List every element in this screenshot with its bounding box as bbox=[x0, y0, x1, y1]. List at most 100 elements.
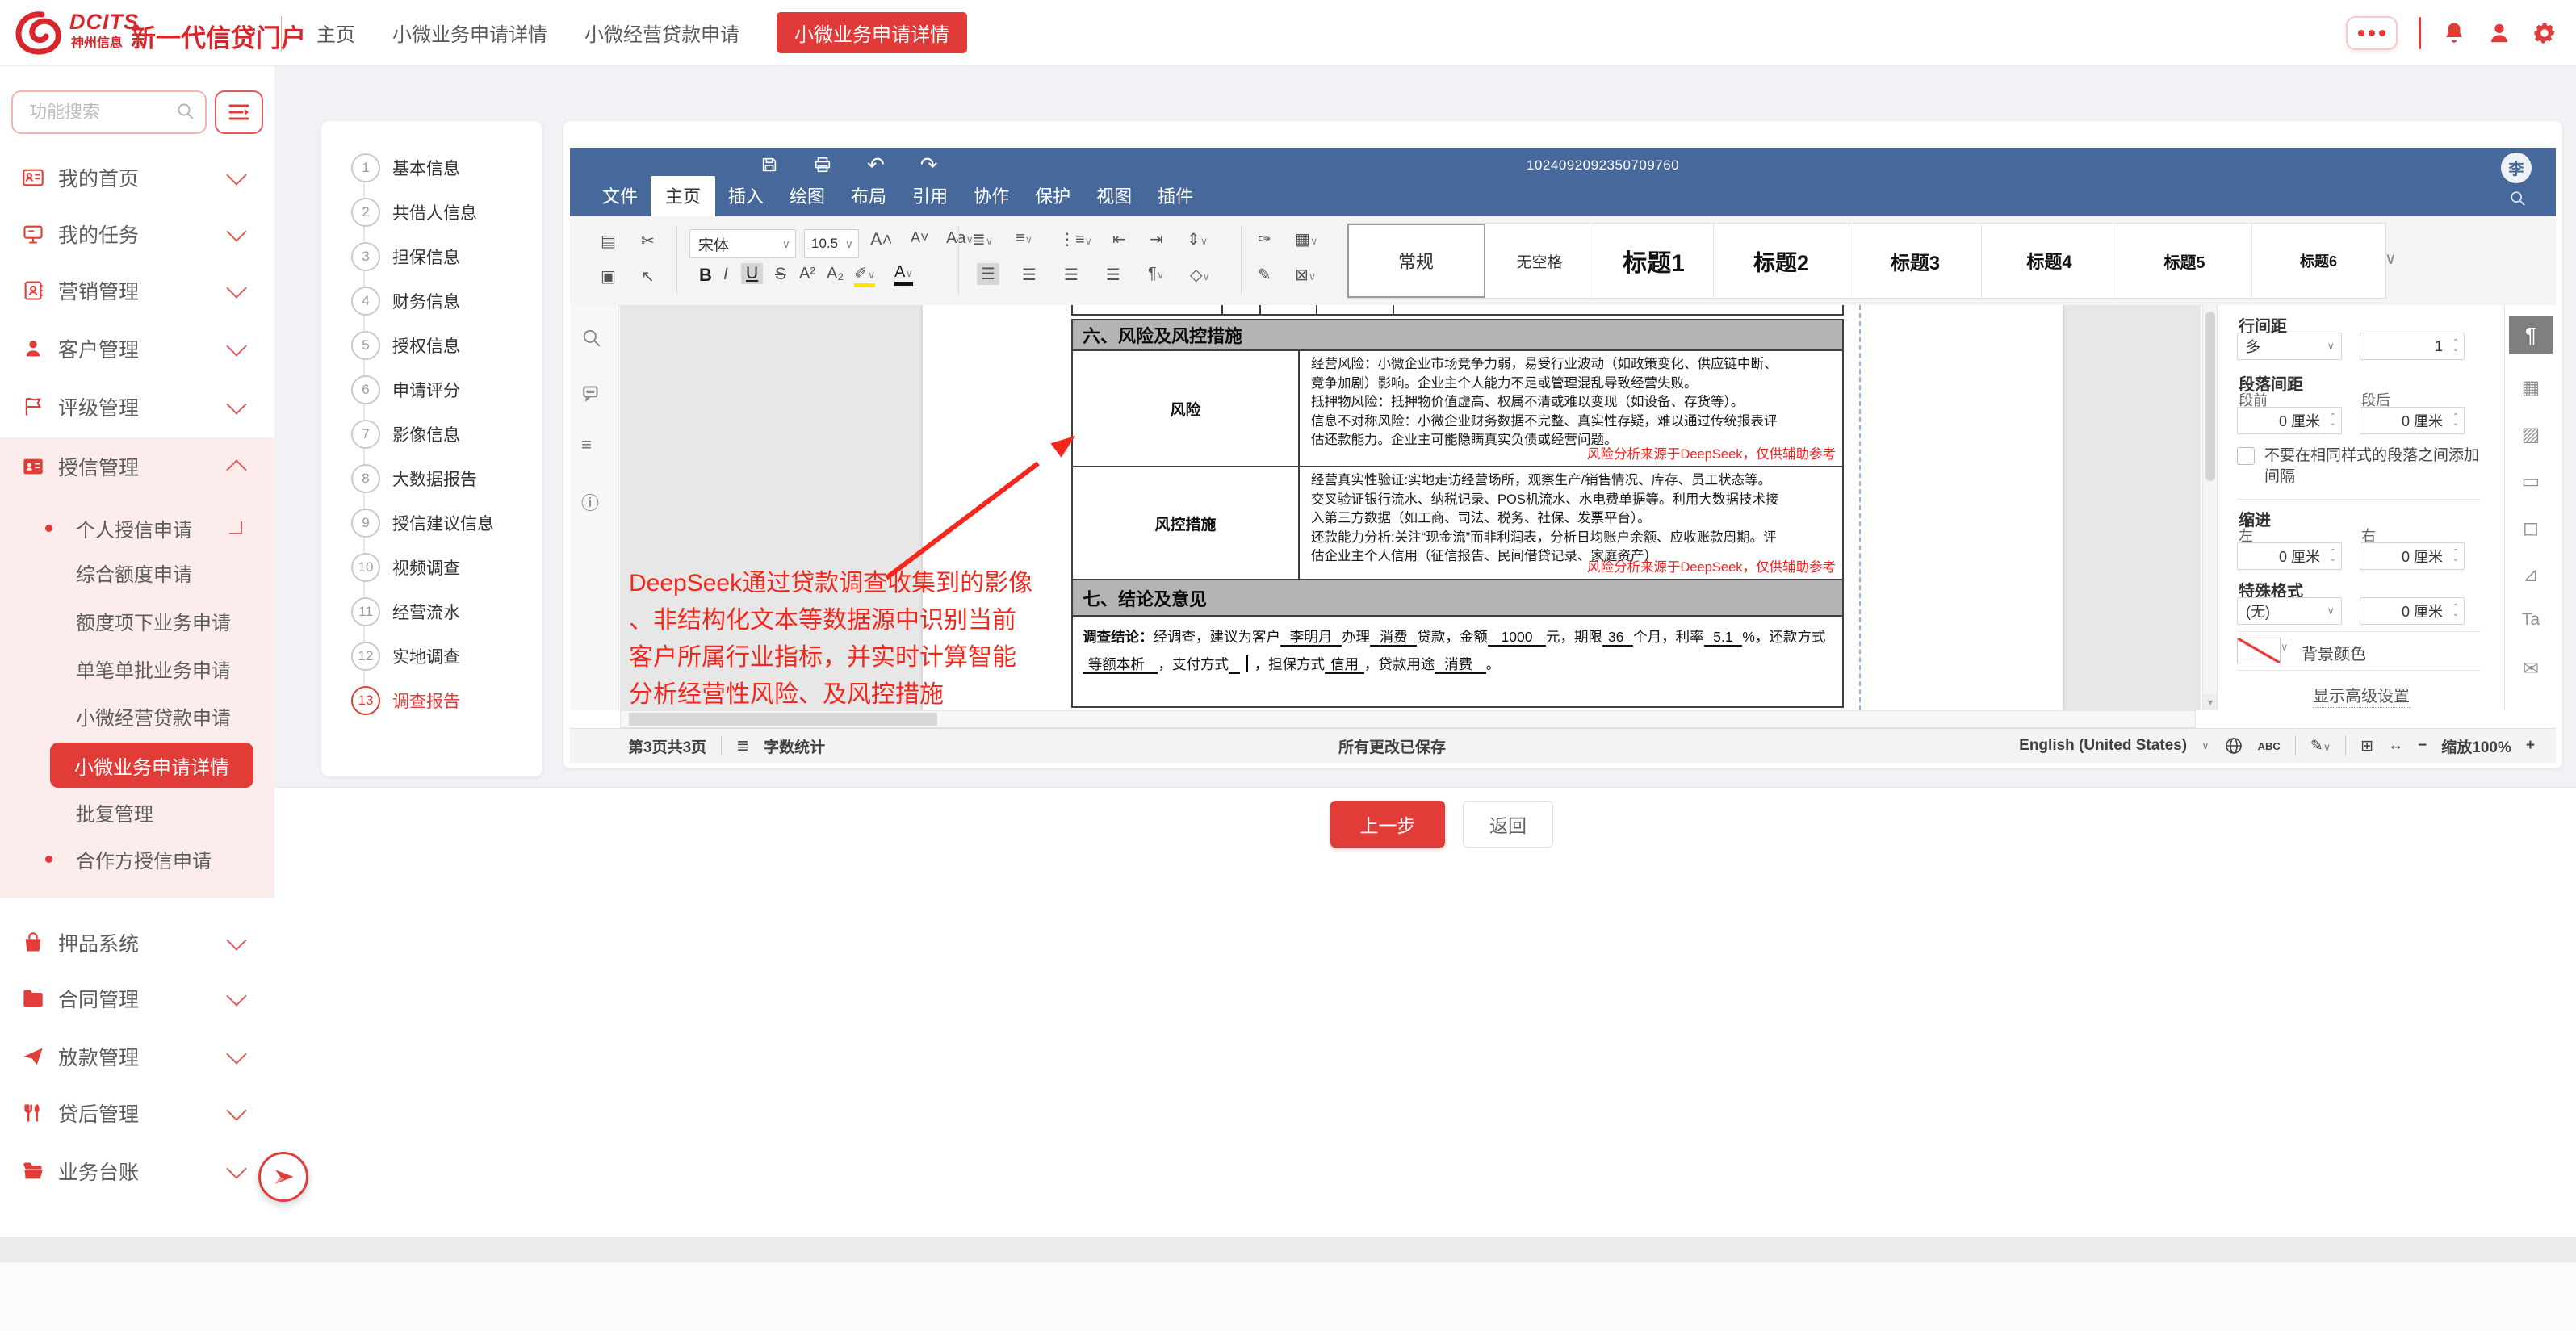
step-coborrower[interactable]: 2共借人信息 bbox=[321, 198, 542, 227]
info-icon[interactable]: ⓘ bbox=[581, 489, 599, 515]
step-business-flow[interactable]: 11经营流水 bbox=[321, 597, 542, 626]
italic-icon[interactable]: I bbox=[723, 265, 728, 284]
word-count-button[interactable]: 字数统计 bbox=[764, 735, 825, 757]
menu-view[interactable]: 视图 bbox=[1083, 182, 1145, 216]
horizontal-scroll-thumb[interactable] bbox=[629, 713, 937, 726]
menu-insert[interactable]: 插入 bbox=[715, 182, 777, 216]
format-painter-icon[interactable]: ✎ bbox=[1258, 265, 1271, 285]
after-spacing-stepper[interactable]: 0 厘米⌃⌄ bbox=[2360, 407, 2465, 434]
menu-collapse-button[interactable] bbox=[215, 90, 263, 134]
zoom-out-icon[interactable]: − bbox=[2418, 737, 2427, 755]
user-icon[interactable] bbox=[2487, 21, 2511, 45]
textart-panel-tab[interactable]: Ta bbox=[2505, 610, 2557, 630]
submenu-approval-mgmt[interactable]: 批复管理 bbox=[0, 792, 274, 832]
fit-width-icon[interactable]: ↔ bbox=[2388, 737, 2403, 755]
border-icon[interactable]: ⊠∨ bbox=[1295, 265, 1316, 285]
submenu-single-batch[interactable]: 单笔单批业务申请 bbox=[0, 648, 274, 689]
submenu-comprehensive-quota[interactable]: 综合额度申请 bbox=[0, 552, 274, 592]
style-heading3[interactable]: 标题3 bbox=[1849, 224, 1982, 298]
justify-icon[interactable]: ☰ bbox=[1106, 265, 1120, 285]
step-scoring[interactable]: 6申请评分 bbox=[321, 375, 542, 404]
globe-icon[interactable] bbox=[2224, 736, 2243, 755]
align-right-icon[interactable]: ☰ bbox=[1064, 265, 1079, 285]
step-basic-info[interactable]: 1基本信息 bbox=[321, 153, 542, 182]
shading-icon[interactable]: ◇∨ bbox=[1190, 265, 1210, 285]
paragraph-panel-tab[interactable]: ¶ bbox=[2509, 316, 2553, 354]
menu-layout[interactable]: 布局 bbox=[838, 182, 899, 216]
bullet-list-icon[interactable]: ≣∨ bbox=[972, 229, 993, 249]
cut-icon[interactable]: ✂ bbox=[641, 231, 655, 251]
copy-icon[interactable]: ▤ bbox=[601, 231, 616, 251]
sidebar-item-collateral[interactable]: 押品系统 bbox=[0, 914, 274, 972]
numbered-list-icon[interactable]: ≡∨ bbox=[1016, 229, 1032, 248]
step-video-survey[interactable]: 10视频调查 bbox=[321, 553, 542, 582]
search-input[interactable] bbox=[27, 101, 168, 123]
change-case-icon[interactable]: Aa∨ bbox=[946, 229, 974, 248]
more-actions-capsule[interactable] bbox=[2346, 16, 2398, 50]
step-survey-report-active[interactable]: 13调查报告 bbox=[321, 686, 542, 715]
table-panel-tab[interactable]: ▦ bbox=[2505, 376, 2557, 400]
headings-icon[interactable]: ≡ bbox=[581, 434, 592, 455]
editor-search-icon[interactable] bbox=[2509, 190, 2527, 207]
submenu-partner-credit[interactable]: 合作方授信申请 bbox=[0, 839, 274, 879]
multilevel-list-icon[interactable]: ⋮≡∨ bbox=[1059, 229, 1092, 249]
indent-right-stepper[interactable]: 0 厘米⌃⌄ bbox=[2360, 542, 2465, 570]
tab-micro-detail-1[interactable]: 小微业务申请详情 bbox=[392, 19, 547, 47]
scroll-down-icon[interactable]: ▾ bbox=[2203, 694, 2218, 710]
language-selector[interactable]: English (United States) bbox=[2019, 737, 2187, 755]
sidebar-item-customers[interactable]: 客户管理 bbox=[0, 320, 274, 378]
decrease-indent-icon[interactable]: ⇤ bbox=[1112, 229, 1126, 249]
font-size-select[interactable]: 10.5∨ bbox=[804, 229, 859, 258]
step-site-survey[interactable]: 12实地调查 bbox=[321, 642, 542, 671]
underline-icon[interactable]: U bbox=[741, 263, 763, 284]
submenu-micro-detail-active[interactable]: 小微业务申请详情 bbox=[50, 743, 253, 788]
find-icon[interactable] bbox=[581, 328, 602, 349]
horizontal-scrollbar[interactable] bbox=[620, 710, 2196, 728]
submenu-under-quota[interactable]: 额度项下业务申请 bbox=[0, 601, 274, 641]
sidebar-item-marketing[interactable]: 营销管理 bbox=[0, 262, 274, 320]
menu-plugins[interactable]: 插件 bbox=[1145, 182, 1206, 216]
indent-left-stepper[interactable]: 0 厘米⌃⌄ bbox=[2237, 542, 2342, 570]
bell-icon[interactable] bbox=[2442, 21, 2466, 45]
before-spacing-stepper[interactable]: 0 厘米⌃⌄ bbox=[2237, 407, 2342, 434]
paste-icon[interactable]: ▣ bbox=[601, 266, 616, 287]
special-amount-stepper[interactable]: 0 厘米⌃⌄ bbox=[2360, 597, 2465, 625]
vertical-scrollbar[interactable]: ▾ bbox=[2202, 305, 2218, 710]
submenu-personal-credit[interactable]: 个人授信申请 bbox=[0, 508, 274, 548]
line-spacing-value-stepper[interactable]: 1⌃⌄ bbox=[2360, 333, 2465, 360]
menu-file[interactable]: 文件 bbox=[589, 182, 651, 216]
gear-icon[interactable] bbox=[2532, 21, 2557, 45]
ink-icon[interactable]: ✑ bbox=[1258, 229, 1271, 249]
sidebar-item-contracts[interactable]: 合同管理 bbox=[0, 969, 274, 1028]
bold-icon[interactable]: B bbox=[699, 265, 712, 286]
highlight-color-icon[interactable]: ✐∨ bbox=[854, 263, 875, 287]
document-canvas[interactable]: 六、风险及风控措施 风险 经营风险：小微企业市场竞争力弱，易受行业波动（如政策变… bbox=[620, 305, 2201, 710]
superscript-icon[interactable]: A² bbox=[799, 265, 815, 283]
submenu-micro-loan-apply[interactable]: 小微经营贷款申请 bbox=[0, 696, 274, 736]
editor-avatar[interactable]: 李 bbox=[2501, 153, 2532, 183]
style-heading4[interactable]: 标题4 bbox=[1982, 224, 2117, 298]
back-button[interactable]: 返回 bbox=[1463, 801, 1553, 848]
style-heading6[interactable]: 标题6 bbox=[2252, 224, 2385, 298]
zoom-in-icon[interactable]: + bbox=[2526, 737, 2535, 755]
spellcheck-icon[interactable]: ABC bbox=[2258, 740, 2281, 752]
sidebar-item-my-home[interactable]: 我的首页 bbox=[0, 149, 274, 207]
paragraph-mark-icon[interactable]: ¶∨ bbox=[1148, 265, 1164, 283]
tab-home[interactable]: 主页 bbox=[316, 19, 355, 47]
style-normal[interactable]: 常规 bbox=[1347, 224, 1485, 298]
track-changes-icon[interactable]: ✎∨ bbox=[2310, 737, 2331, 755]
align-left-icon[interactable]: ☰ bbox=[977, 263, 999, 285]
background-color-swatch[interactable] bbox=[2237, 638, 2281, 663]
style-heading1[interactable]: 标题1 bbox=[1594, 224, 1714, 298]
save-icon[interactable] bbox=[760, 156, 778, 174]
shrink-font-icon[interactable]: A˅ bbox=[911, 229, 929, 246]
style-heading5[interactable]: 标题5 bbox=[2117, 224, 2252, 298]
undo-icon[interactable]: ↶ bbox=[867, 156, 885, 174]
sidebar-item-my-tasks[interactable]: 我的任务 bbox=[0, 205, 274, 263]
menu-references[interactable]: 引用 bbox=[899, 182, 961, 216]
image-panel-tab[interactable]: ▨ bbox=[2505, 423, 2557, 446]
sidebar-item-ledger[interactable]: 业务台账 bbox=[0, 1142, 274, 1200]
advanced-settings-link[interactable]: 显示高级设置 bbox=[2218, 683, 2505, 706]
font-name-select[interactable]: 宋体∨ bbox=[689, 229, 796, 258]
sidebar-item-credit-mgmt[interactable]: 授信管理 bbox=[0, 437, 274, 496]
